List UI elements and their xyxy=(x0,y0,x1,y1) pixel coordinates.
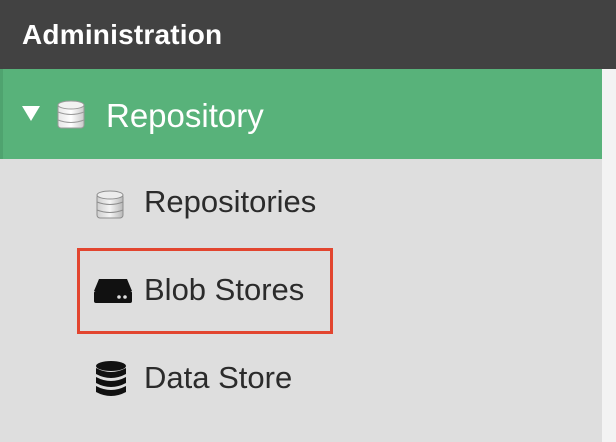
admin-nav-panel: Administration Repository Repositories B… xyxy=(0,0,616,442)
nav-group-repository[interactable] xyxy=(0,69,602,159)
caret-down-icon[interactable] xyxy=(22,106,40,121)
nav-item-label: Repositories xyxy=(144,184,317,219)
nav-group-label: Repository xyxy=(106,97,264,134)
admin-title: Administration xyxy=(22,19,223,50)
nav-item-repositories[interactable]: Repositories xyxy=(0,159,602,247)
database-icon xyxy=(96,361,126,396)
admin-header: Administration xyxy=(0,0,616,69)
database-cylinder-icon xyxy=(57,100,85,129)
panel-right-edge xyxy=(602,69,616,442)
nav-item-label: Data Store xyxy=(144,360,293,395)
database-cylinder-icon xyxy=(96,190,124,219)
nav-item-data-store[interactable]: Data Store xyxy=(0,335,602,423)
highlight-box xyxy=(77,248,333,334)
